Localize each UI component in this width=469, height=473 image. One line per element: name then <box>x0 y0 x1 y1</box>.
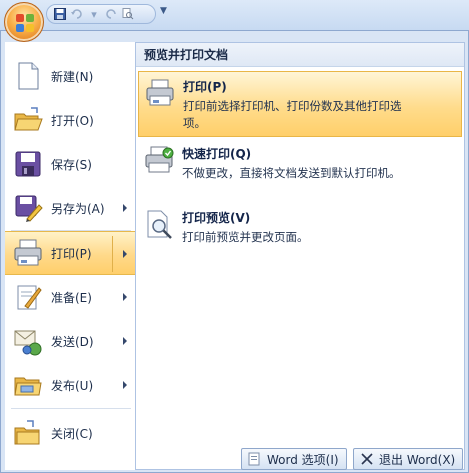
submenu-item-print[interactable]: 打印(P) 打印前选择打印机、打印份数及其他打印选 项。 <box>138 71 462 137</box>
menu-item-save[interactable]: 保存(S) <box>5 142 135 186</box>
exit-word-button[interactable]: 退出 Word(X) <box>353 448 463 470</box>
chevron-down-icon[interactable]: ▾ <box>87 7 101 21</box>
undo-icon[interactable] <box>70 7 84 21</box>
printer-icon <box>13 238 43 268</box>
save-icon[interactable] <box>53 7 67 21</box>
submenu-pane: 预览并打印文档 打印(P) 打印前选择打印机、打印份数及其他打印选 项。 快速打… <box>135 42 465 470</box>
submenu-arrow-icon[interactable] <box>123 250 127 258</box>
customize-dropdown-icon[interactable]: ▼ <box>160 6 167 16</box>
menu-item-open[interactable]: 打开(O) <box>5 98 135 142</box>
open-folder-icon <box>13 105 43 135</box>
submenu-item-desc: 不做更改，直接将文档发送到默认打印机。 <box>182 166 401 180</box>
submenu-item-title: 打印(P) <box>183 80 227 94</box>
menu-item-label: 新建(N) <box>51 69 94 84</box>
word-options-button[interactable]: Word 选项(I) <box>241 448 347 470</box>
close-folder-icon <box>13 418 43 448</box>
menu-item-prepare[interactable]: 准备(E) <box>5 275 135 319</box>
submenu-item-quick-print[interactable]: 快速打印(Q) 不做更改，直接将文档发送到默认打印机。 <box>138 139 462 193</box>
options-icon <box>248 452 262 466</box>
menu-item-label: 发送(D) <box>51 334 94 349</box>
submenu-item-desc: 打印前选择打印机、打印份数及其他打印选 项。 <box>183 99 402 130</box>
menu-item-label: 准备(E) <box>51 290 92 305</box>
save-as-icon <box>13 193 43 223</box>
quick-access-toolbar: ▾ <box>46 4 156 24</box>
print-preview-icon[interactable] <box>121 7 135 21</box>
publish-icon <box>13 370 43 400</box>
split-divider <box>112 236 113 272</box>
menu-item-print[interactable]: 打印(P) <box>5 231 135 275</box>
menu-item-label: 关闭(C) <box>51 426 93 441</box>
send-icon <box>13 326 43 356</box>
submenu-header: 预览并打印文档 <box>136 43 464 67</box>
submenu-arrow-icon <box>123 381 127 389</box>
exit-word-label: 退出 Word(X) <box>379 452 456 467</box>
menu-item-send[interactable]: 发送(D) <box>5 319 135 363</box>
submenu-item-title: 打印预览(V) <box>182 211 251 225</box>
menu-item-label: 打开(O) <box>51 113 94 128</box>
submenu-item-title: 快速打印(Q) <box>182 147 252 161</box>
menu-item-close[interactable]: 关闭(C) <box>5 411 135 455</box>
menu-left-pane: 新建(N) 打开(O) 保存(S) 另存为(A) 打印(P) 准备(E) 发送(… <box>5 42 135 470</box>
printer-icon <box>145 78 175 108</box>
submenu-arrow-icon <box>123 337 127 345</box>
new-document-icon <box>13 61 43 91</box>
quick-print-icon <box>144 145 174 175</box>
close-icon <box>360 452 374 466</box>
menu-item-new[interactable]: 新建(N) <box>5 54 135 98</box>
menu-item-save-as[interactable]: 另存为(A) <box>5 186 135 230</box>
menu-divider <box>11 408 131 409</box>
office-logo-icon <box>16 14 34 32</box>
word-options-label: Word 选项(I) <box>267 452 339 467</box>
prepare-icon <box>13 282 43 312</box>
submenu-arrow-icon <box>123 204 127 212</box>
submenu-arrow-icon <box>123 293 127 301</box>
save-disk-icon <box>13 149 43 179</box>
redo-icon[interactable] <box>104 7 118 21</box>
title-bar: ▾ ▼ <box>0 0 469 30</box>
print-preview-icon <box>144 209 174 239</box>
menu-item-label: 打印(P) <box>51 246 92 261</box>
menu-item-publish[interactable]: 发布(U) <box>5 363 135 407</box>
menu-item-label: 发布(U) <box>51 378 94 393</box>
submenu-item-print-preview[interactable]: 打印预览(V) 打印前预览并更改页面。 <box>138 203 462 257</box>
office-menu: 新建(N) 打开(O) 保存(S) 另存为(A) 打印(P) 准备(E) 发送(… <box>0 30 469 473</box>
submenu-item-desc: 打印前预览并更改页面。 <box>182 230 309 244</box>
menu-item-label: 另存为(A) <box>51 201 105 216</box>
office-button[interactable] <box>4 2 44 42</box>
menu-item-label: 保存(S) <box>51 157 92 172</box>
